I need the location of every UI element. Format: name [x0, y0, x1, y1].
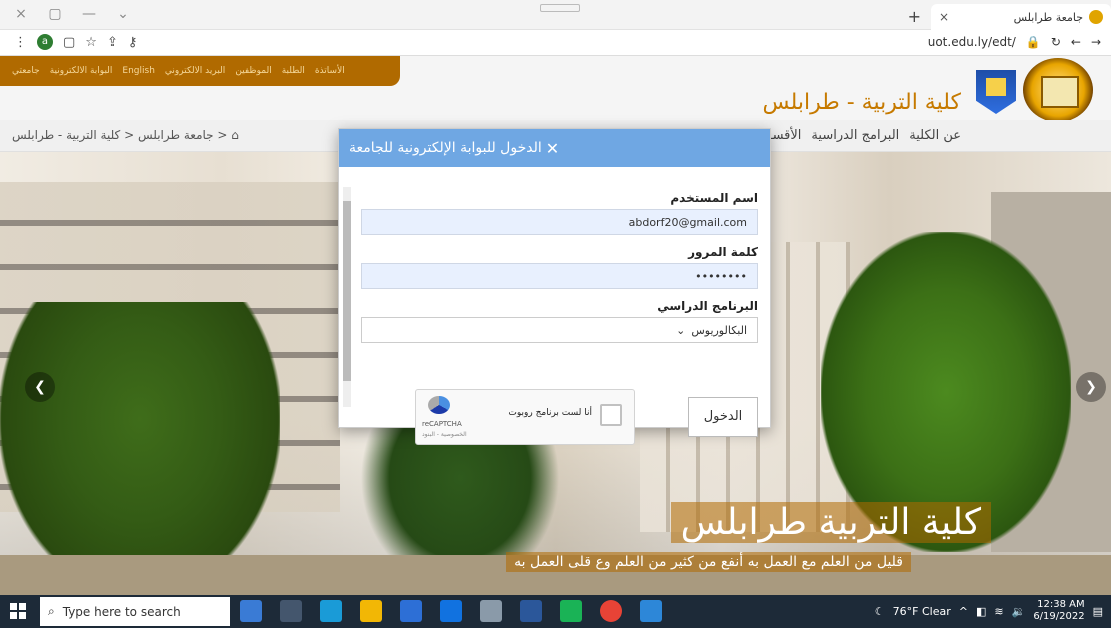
back-icon[interactable]: →: [1091, 35, 1101, 49]
top-navigation: الأساتذة الطلبة الموظفين البريد الالكترو…: [0, 56, 400, 86]
topnav-students[interactable]: الطلبة: [282, 66, 305, 76]
key-icon[interactable]: ⚷: [128, 35, 138, 50]
main-navigation: عن الكلية البرامج الدراسية الأقسـ: [769, 128, 961, 143]
recaptcha-terms[interactable]: الخصوصية - البنود: [422, 431, 467, 438]
tab-close-button[interactable]: ×: [939, 10, 949, 24]
windows-start-icon[interactable]: [10, 603, 26, 619]
program-select-value: البكالوريوس: [691, 323, 747, 337]
hero-tree-left: [0, 302, 280, 595]
login-button[interactable]: الدخول: [688, 397, 758, 437]
minimize-window-icon[interactable]: —: [80, 6, 98, 22]
program-label: البرنامج الدراسي: [657, 299, 758, 313]
university-logo[interactable]: [1023, 58, 1093, 122]
volume-icon[interactable]: 🔉: [1012, 605, 1026, 618]
tab-title: جامعة طرابلس: [1013, 10, 1083, 24]
new-tab-button[interactable]: +: [908, 7, 921, 26]
address-bar: ⋮ a ▢ ☆ ⇪ ⚷ uot.edu.ly/edt/ 🔒 ↻ ← →: [0, 30, 1111, 56]
browser-toolbar-right: uot.edu.ly/edt/ 🔒 ↻ ← →: [928, 35, 1101, 49]
chrome-icon[interactable]: [600, 600, 622, 622]
modal-header: ✕ الدخول للبوابة الإلكترونية للجامعة: [339, 129, 770, 167]
topnav-myuniversity[interactable]: جامعتي: [12, 66, 40, 76]
password-field[interactable]: ••••••••: [361, 263, 758, 289]
clock-time: 12:38 AM: [1037, 599, 1085, 610]
topnav-teachers[interactable]: الأساتذة: [315, 66, 345, 76]
scrollbar-thumb[interactable]: [343, 201, 351, 381]
site-header: الأساتذة الطلبة الموظفين البريد الالكترو…: [0, 56, 1111, 122]
breadcrumb[interactable]: ⌂ < جامعة طرابلس < كلية التربية - طرابلس: [12, 128, 239, 142]
pen-icon[interactable]: [480, 600, 502, 622]
site-title[interactable]: كلية التربية - طرابلس: [763, 90, 961, 115]
chevron-down-icon: ⌄: [676, 323, 686, 337]
file-explorer-icon[interactable]: [360, 600, 382, 622]
program-select[interactable]: البكالوريوس ⌄: [361, 317, 758, 343]
recaptcha-logo-icon: [428, 396, 450, 414]
browser-tab-bar: × ▢ — ⌄ + جامعة طرابلس ×: [0, 0, 1111, 30]
clock[interactable]: 12:38 AM 6/19/2022: [1033, 599, 1084, 623]
nav-departments[interactable]: الأقسـ: [769, 128, 802, 143]
slider-next-button[interactable]: ❯: [1076, 372, 1106, 402]
nav-programs[interactable]: البرامج الدراسية: [811, 128, 899, 143]
store-icon[interactable]: [400, 600, 422, 622]
username-label: اسم المستخدم: [670, 191, 758, 205]
mail-icon[interactable]: [440, 600, 462, 622]
windows-taskbar: ⌕ Type here to search ☾ 76°F Clear ^ ◧ ≋…: [0, 595, 1111, 628]
hero-title: كلية التربية طرابلس: [670, 502, 991, 543]
network-icon[interactable]: ◧: [976, 605, 986, 618]
url-text[interactable]: uot.edu.ly/edt/: [928, 35, 1016, 49]
wifi-icon[interactable]: ≋: [994, 605, 1003, 618]
weather-text[interactable]: 76°F Clear: [893, 605, 951, 618]
lock-icon[interactable]: 🔒: [1026, 35, 1041, 49]
topnav-staff[interactable]: الموظفين: [235, 66, 271, 76]
recaptcha-widget: أنا لست برنامج روبوت reCAPTCHA الخصوصية …: [415, 389, 635, 445]
favicon-icon: [1089, 10, 1103, 24]
login-modal: ✕ الدخول للبوابة الإلكترونية للجامعة اسم…: [338, 128, 771, 445]
topnav-email[interactable]: البريد الالكتروني: [165, 66, 225, 76]
forward-icon[interactable]: ←: [1071, 35, 1081, 49]
edge-icon[interactable]: [320, 600, 342, 622]
close-icon[interactable]: ✕: [546, 139, 559, 158]
search-placeholder: Type here to search: [62, 604, 181, 619]
share-icon[interactable]: ⇪: [107, 35, 118, 50]
recaptcha-brand: reCAPTCHA: [422, 420, 462, 428]
bookmark-star-icon[interactable]: ☆: [85, 35, 97, 50]
reload-icon[interactable]: ↻: [1051, 35, 1061, 49]
photos-icon[interactable]: [640, 600, 662, 622]
taskbar-icons: [240, 600, 662, 622]
menu-icon[interactable]: ⋮: [14, 35, 27, 50]
faculty-logo[interactable]: [976, 70, 1016, 114]
moon-icon: ☾: [874, 604, 885, 618]
nav-about[interactable]: عن الكلية: [909, 128, 961, 143]
maximize-window-icon[interactable]: ▢: [46, 6, 64, 22]
clock-date: 6/19/2022: [1033, 611, 1085, 622]
system-tray: ☾ 76°F Clear ^ ◧ ≋ 🔉 12:38 AM 6/19/2022 …: [875, 599, 1103, 623]
whatsapp-icon[interactable]: [560, 600, 582, 622]
recaptcha-label: أنا لست برنامج روبوت: [508, 408, 592, 418]
weather-widget-icon[interactable]: [240, 600, 262, 622]
taskbar-search[interactable]: ⌕ Type here to search: [40, 597, 230, 626]
profile-avatar[interactable]: a: [37, 34, 53, 50]
modal-body: اسم المستخدم abdorf20@gmail.com كلمة الم…: [339, 167, 770, 445]
topnav-portal[interactable]: البوابة الالكترونية: [50, 66, 113, 76]
window-controls: × ▢ — ⌄: [12, 6, 132, 22]
word-icon[interactable]: [520, 600, 542, 622]
topnav-english[interactable]: English: [122, 66, 155, 76]
browser-toolbar-left: ⋮ a ▢ ☆ ⇪ ⚷: [14, 34, 137, 50]
hero-subtitle: قليل من العلم مع العمل به أنفع من كثير م…: [506, 552, 911, 572]
slider-prev-button[interactable]: ❮: [25, 372, 55, 402]
recaptcha-checkbox[interactable]: [600, 404, 622, 426]
tab-list-icon[interactable]: ⌄: [114, 6, 132, 22]
notification-icon[interactable]: ▤: [1093, 605, 1103, 618]
tab-strip-handle[interactable]: [540, 4, 580, 12]
task-view-icon[interactable]: [280, 600, 302, 622]
modal-title: الدخول للبوابة الإلكترونية للجامعة: [349, 140, 542, 156]
close-window-icon[interactable]: ×: [12, 6, 30, 22]
browser-tab[interactable]: جامعة طرابلس ×: [931, 4, 1111, 30]
search-icon: ⌕: [48, 604, 55, 618]
password-label: كلمة المرور: [688, 245, 758, 259]
modal-scrollbar[interactable]: [343, 187, 351, 407]
tray-chevron-icon[interactable]: ^: [959, 605, 968, 618]
sidebar-icon[interactable]: ▢: [63, 35, 75, 50]
username-field[interactable]: abdorf20@gmail.com: [361, 209, 758, 235]
